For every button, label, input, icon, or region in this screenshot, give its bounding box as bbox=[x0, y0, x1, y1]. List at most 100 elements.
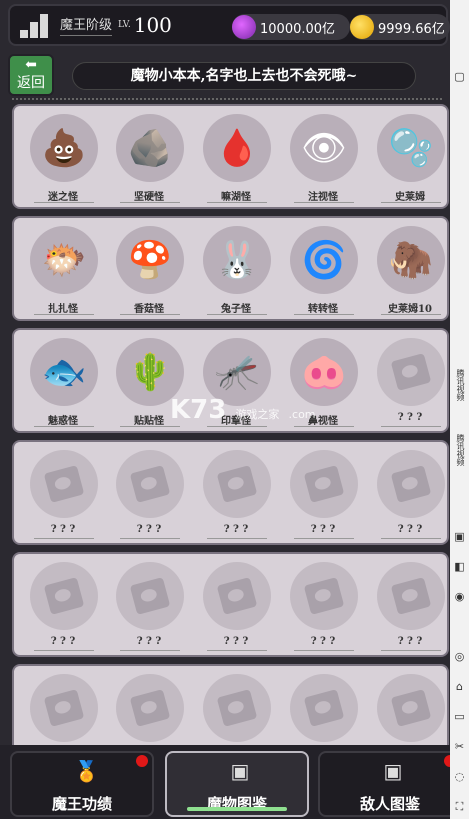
sidebar-icon[interactable]: ⌂ bbox=[453, 680, 466, 693]
locked-camera-icon bbox=[129, 577, 171, 615]
sidebar-icon[interactable]: ◉ bbox=[453, 590, 466, 603]
locked-camera-icon bbox=[303, 465, 345, 503]
locked-camera-icon bbox=[203, 450, 271, 518]
level-value: 100 bbox=[133, 13, 172, 37]
monster-name: ? ? ? bbox=[310, 636, 336, 647]
sidebar-icon[interactable]: ▭ bbox=[453, 710, 466, 723]
monster-row-card: ? ? ? ? ? ? ? ? ? ? ? ? ? ? ? bbox=[12, 440, 449, 545]
sidebar-icon[interactable]: ◎ bbox=[453, 650, 466, 663]
monster-name: ? ? ? bbox=[136, 524, 162, 535]
name-underline bbox=[207, 314, 267, 315]
locked-monster-slot[interactable]: ? ? ? bbox=[24, 448, 102, 539]
back-label: 返回 bbox=[17, 75, 45, 91]
monster-slot[interactable]: 🌀 转转怪 bbox=[284, 224, 362, 315]
sidebar-icon[interactable]: ▢ bbox=[453, 70, 466, 83]
monster-slot[interactable]: 🍄 香菇怪 bbox=[110, 224, 188, 315]
monster-slot[interactable]: 🪨 坚硬怪 bbox=[110, 112, 188, 203]
name-underline bbox=[381, 314, 441, 315]
locked-camera-icon bbox=[290, 450, 358, 518]
tab-monster-book[interactable]: ▣ 魔物图鉴 bbox=[165, 751, 309, 817]
tab-enemy-book[interactable]: ▣ 敌人图鉴 bbox=[318, 751, 462, 817]
sidebar-text-1[interactable]: 腾讯视频 bbox=[453, 355, 466, 415]
gold-coin-icon bbox=[350, 15, 374, 39]
locked-camera-icon bbox=[377, 562, 445, 630]
locked-camera-icon bbox=[303, 577, 345, 615]
rock-monster-icon: 🪨 bbox=[116, 114, 184, 182]
locked-monster-slot[interactable]: ? ? ? bbox=[284, 448, 362, 539]
locked-monster-slot[interactable]: ? ? ? bbox=[371, 336, 447, 427]
locked-camera-icon bbox=[116, 674, 184, 742]
monster-slot[interactable]: 🫧 史莱姆 bbox=[371, 112, 447, 203]
active-tab-indicator bbox=[187, 807, 287, 811]
locked-camera-icon bbox=[290, 562, 358, 630]
name-underline bbox=[34, 650, 94, 651]
slime-monster-icon: 🫧 bbox=[377, 114, 445, 182]
mammoth-monster-icon: 🦣 bbox=[377, 226, 445, 294]
monster-name: ? ? ? bbox=[50, 524, 76, 535]
tab-achievements[interactable]: 🏅 魔王功绩 bbox=[10, 751, 154, 817]
monster-name: ? ? ? bbox=[223, 636, 249, 647]
name-underline bbox=[34, 426, 94, 427]
medal-icon: 🏅 bbox=[74, 759, 99, 783]
name-underline bbox=[207, 650, 267, 651]
monster-name: 魅惑怪 bbox=[48, 416, 78, 427]
locked-camera-icon bbox=[216, 465, 258, 503]
locked-monster-slot[interactable]: ? ? ? bbox=[371, 560, 447, 651]
locked-camera-icon bbox=[377, 674, 445, 742]
name-underline bbox=[34, 314, 94, 315]
back-button[interactable]: ⬅ 返回 bbox=[8, 54, 54, 96]
sidebar-icon[interactable]: ◌ bbox=[453, 770, 466, 783]
locked-camera-icon bbox=[30, 562, 98, 630]
monster-name: ? ? ? bbox=[397, 636, 423, 647]
locked-monster-slot[interactable]: ? ? ? bbox=[371, 448, 447, 539]
locked-camera-icon bbox=[30, 674, 98, 742]
locked-monster-slot[interactable]: ? ? ? bbox=[284, 560, 362, 651]
locked-monster-slot[interactable]: ? ? ? bbox=[197, 560, 275, 651]
monster-name: 史莱姆 bbox=[395, 192, 425, 203]
monster-slot[interactable]: 🩸 嘛湖怪 bbox=[197, 112, 275, 203]
sidebar-icon[interactable]: ⛶ bbox=[453, 800, 466, 813]
monster-slot[interactable]: 🦣 史莱姆10 bbox=[371, 224, 447, 315]
scissors-icon[interactable]: ✂ bbox=[453, 740, 466, 753]
sidebar-icon[interactable]: ▣ bbox=[453, 530, 466, 543]
monster-name: ? ? ? bbox=[223, 524, 249, 535]
name-underline bbox=[294, 538, 354, 539]
monster-slot[interactable]: 🐰 兔子怪 bbox=[197, 224, 275, 315]
monster-slot[interactable]: 💩 迷之怪 bbox=[24, 112, 102, 203]
name-underline bbox=[207, 202, 267, 203]
bottom-tab-bar: 🏅 魔王功绩 ▣ 魔物图鉴 ▣ 敌人图鉴 bbox=[0, 745, 469, 819]
monster-slot[interactable]: 🐡 扎扎怪 bbox=[24, 224, 102, 315]
rank-label: 魔王阶级 bbox=[60, 14, 113, 36]
name-underline bbox=[120, 650, 180, 651]
name-underline bbox=[207, 426, 267, 427]
locked-monster-slot[interactable]: ? ? ? bbox=[24, 560, 102, 651]
crystal-counter[interactable]: 10000.00亿 bbox=[232, 14, 350, 40]
tab-label: 敌人图鉴 bbox=[359, 795, 420, 813]
locked-camera-icon bbox=[203, 562, 271, 630]
locked-monster-slot[interactable]: ? ? ? bbox=[110, 448, 188, 539]
locked-monster-slot[interactable]: ? ? ? bbox=[110, 560, 188, 651]
monster-name: ? ? ? bbox=[397, 524, 423, 535]
monster-book-icon: ▣ bbox=[230, 759, 250, 783]
name-underline bbox=[294, 426, 354, 427]
poop-monster-icon: 💩 bbox=[30, 114, 98, 182]
monster-name: 坚硬怪 bbox=[134, 192, 164, 203]
name-underline bbox=[207, 538, 267, 539]
monster-name: 转转怪 bbox=[308, 304, 338, 315]
monster-row-card: 💩 迷之怪 🪨 坚硬怪 🩸 嘛湖怪 👁 注视怪 🫧 史莱姆 bbox=[12, 104, 449, 209]
locked-camera-icon bbox=[390, 465, 432, 503]
top-status-bar: 魔王阶级 LV. 100 10000.00亿 9999.66亿 bbox=[8, 4, 450, 46]
locked-monster-slot[interactable]: ? ? ? bbox=[197, 448, 275, 539]
puddle-monster-icon: 🩸 bbox=[203, 114, 271, 182]
locked-camera-icon bbox=[390, 577, 432, 615]
locked-camera-icon bbox=[377, 338, 445, 406]
monster-slot[interactable]: 👁 注视怪 bbox=[284, 112, 362, 203]
locked-camera-icon bbox=[390, 353, 432, 391]
tab-label: 魔王功绩 bbox=[51, 795, 112, 813]
sidebar-icon[interactable]: ◧ bbox=[453, 560, 466, 573]
sidebar-text-2[interactable]: 腾讯视频 bbox=[453, 420, 466, 480]
gold-counter[interactable]: 9999.66亿 bbox=[350, 14, 450, 40]
page-banner: 魔物小本本,名字也上去也不会死哦~ bbox=[72, 62, 416, 90]
monster-slot[interactable]: 🐟 魅惑怪 bbox=[24, 336, 102, 427]
floating-side-toolbar: ▢ 腾讯视频 腾讯视频 ▣ ◧ ◉ ◎ ⌂ ▭ ✂ ◌ ⛶ bbox=[450, 0, 469, 819]
